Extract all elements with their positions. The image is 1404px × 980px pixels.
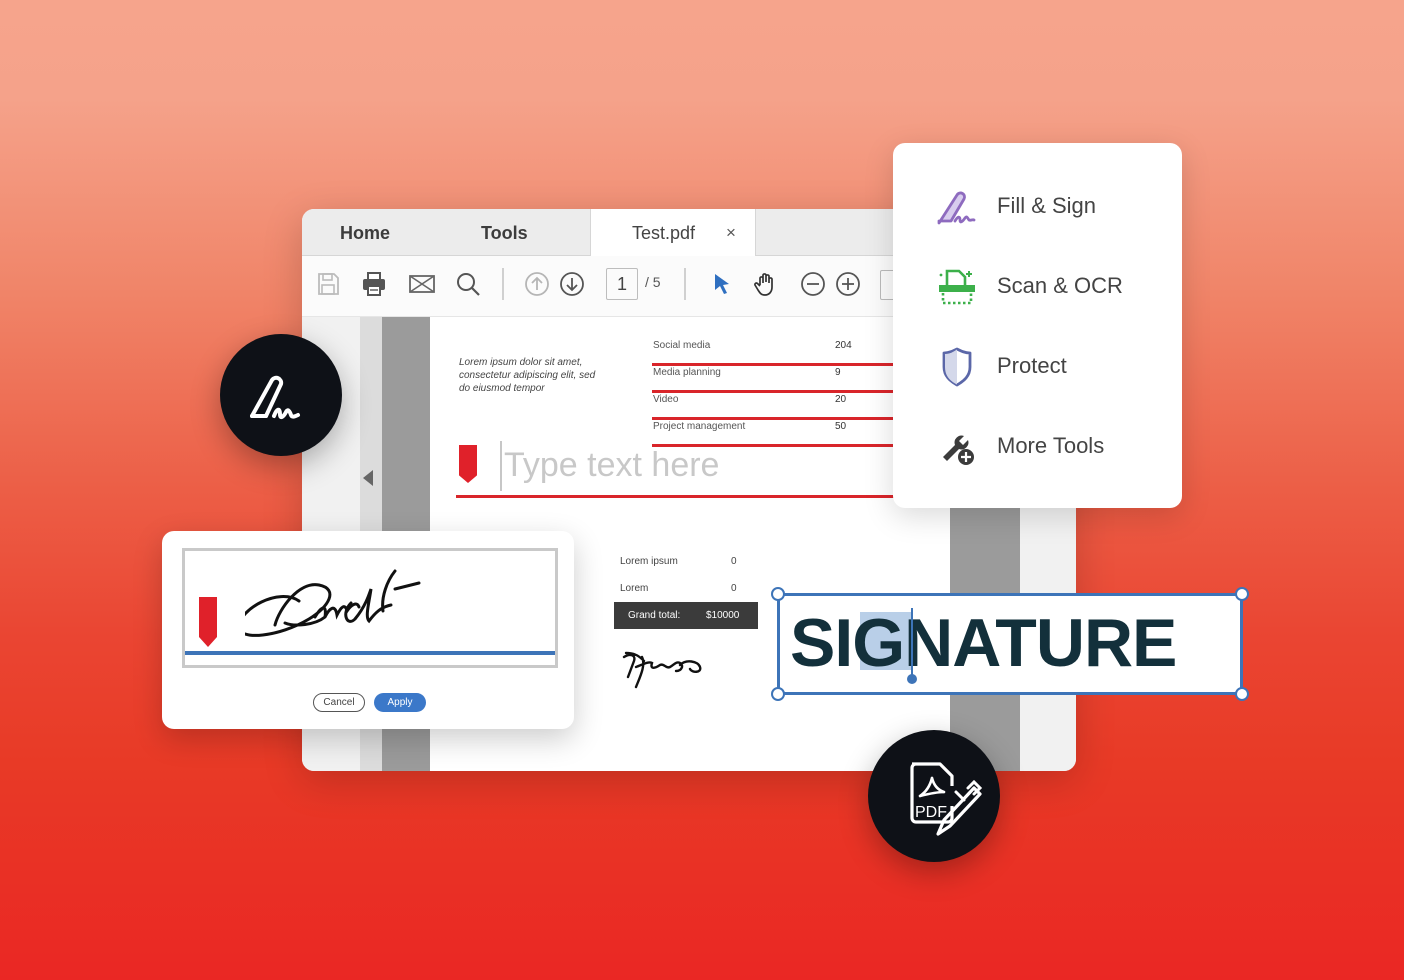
select-cursor-icon[interactable] — [707, 270, 735, 298]
row-label: Video — [653, 394, 679, 405]
email-icon[interactable] — [408, 270, 436, 298]
row-value: 50 — [835, 421, 847, 432]
scan-ocr-icon — [939, 269, 975, 305]
fill-sign-icon — [937, 191, 976, 225]
page-down-icon[interactable] — [558, 270, 586, 298]
summary-value: 0 — [731, 583, 737, 594]
summary-value: 0 — [731, 556, 737, 567]
signature-text-box[interactable]: SIGNATURE — [771, 587, 1249, 701]
pdf-edit-badge: PDF — [868, 730, 1000, 862]
shield-icon — [942, 347, 972, 387]
toolbar-divider — [502, 268, 504, 300]
page-total: / 5 — [645, 274, 661, 290]
menu-item-label: More Tools — [997, 433, 1105, 458]
menu-item-label: Scan & OCR — [997, 273, 1123, 298]
text-cursor — [911, 608, 913, 678]
summary-label: Lorem ipsum — [620, 556, 678, 567]
svg-text:PDF: PDF — [915, 804, 947, 821]
menu-item-label: Protect — [997, 353, 1067, 378]
signature-text[interactable]: SIGNATURE — [790, 604, 1177, 682]
fill-sign-badge — [220, 334, 342, 456]
tab-file-name: Test.pdf — [632, 223, 696, 243]
text-caret — [500, 441, 502, 491]
page-number-input[interactable]: 1 — [606, 268, 638, 300]
menu-item-label: Fill & Sign — [997, 193, 1097, 218]
menu-item-protect[interactable]: Protect — [935, 345, 1165, 389]
grand-total-value: $10000 — [706, 610, 740, 621]
search-icon[interactable] — [454, 270, 482, 298]
toolbar-divider — [684, 268, 686, 300]
table-row: Video 20 — [652, 391, 932, 420]
row-label: Social media — [653, 340, 711, 351]
text-input-field[interactable]: Type text here — [456, 435, 950, 498]
zoom-out-icon[interactable] — [799, 270, 827, 298]
tools-menu: Fill & Sign Scan & OCR Protect More Tool… — [893, 143, 1182, 508]
grand-total-bar: Grand total: $10000 — [614, 602, 758, 629]
apply-button[interactable]: Apply — [374, 693, 426, 712]
fill-sign-icon — [250, 375, 300, 420]
menu-item-more-tools[interactable]: More Tools — [935, 425, 1165, 469]
handwritten-signature-small — [622, 651, 702, 689]
wrench-plus-icon — [943, 435, 974, 465]
collapse-panel-icon[interactable] — [363, 470, 373, 486]
text-cursor-handle[interactable] — [907, 674, 917, 684]
menu-item-scan-ocr[interactable]: Scan & OCR — [935, 265, 1165, 309]
document-paragraph: Lorem ipsum dolor sit amet, consectetur … — [459, 357, 596, 394]
text-field-placeholder: Type text here — [504, 446, 720, 484]
bookmark-icon — [459, 445, 477, 483]
close-tab-icon[interactable]: × — [726, 209, 736, 257]
tab-home[interactable]: Home — [340, 209, 390, 255]
cancel-button[interactable]: Cancel — [313, 693, 365, 712]
hand-icon[interactable] — [752, 270, 780, 298]
signature-dialog: Cancel Apply — [162, 531, 574, 729]
row-label: Project management — [653, 421, 746, 432]
page-up-icon[interactable] — [523, 270, 551, 298]
signature-pad[interactable] — [182, 548, 558, 668]
row-value: 20 — [835, 394, 847, 405]
tab-test-pdf[interactable]: Test.pdf × — [590, 209, 756, 256]
resize-handle-bottom-right[interactable] — [1235, 687, 1249, 701]
print-icon[interactable] — [360, 270, 388, 298]
menu-item-fill-sign[interactable]: Fill & Sign — [935, 185, 1165, 229]
zoom-in-icon[interactable] — [834, 270, 862, 298]
pdf-pen-icon: PDF — [910, 762, 983, 836]
resize-handle-top-left[interactable] — [771, 587, 785, 601]
bookmark-icon — [199, 597, 217, 647]
table-row: Media planning 9 — [652, 364, 932, 393]
resize-handle-top-right[interactable] — [1235, 587, 1249, 601]
table-row: Social media 204 — [652, 337, 932, 366]
handwritten-signature — [245, 569, 421, 637]
row-value: 204 — [835, 340, 852, 351]
save-icon[interactable] — [314, 270, 342, 298]
resize-handle-bottom-left[interactable] — [771, 687, 785, 701]
row-value: 9 — [835, 367, 841, 378]
row-label: Media planning — [653, 367, 721, 378]
signature-baseline — [185, 651, 555, 655]
summary-label: Lorem — [620, 583, 649, 594]
grand-total-label: Grand total: — [628, 610, 681, 621]
tab-tools[interactable]: Tools — [481, 209, 528, 255]
